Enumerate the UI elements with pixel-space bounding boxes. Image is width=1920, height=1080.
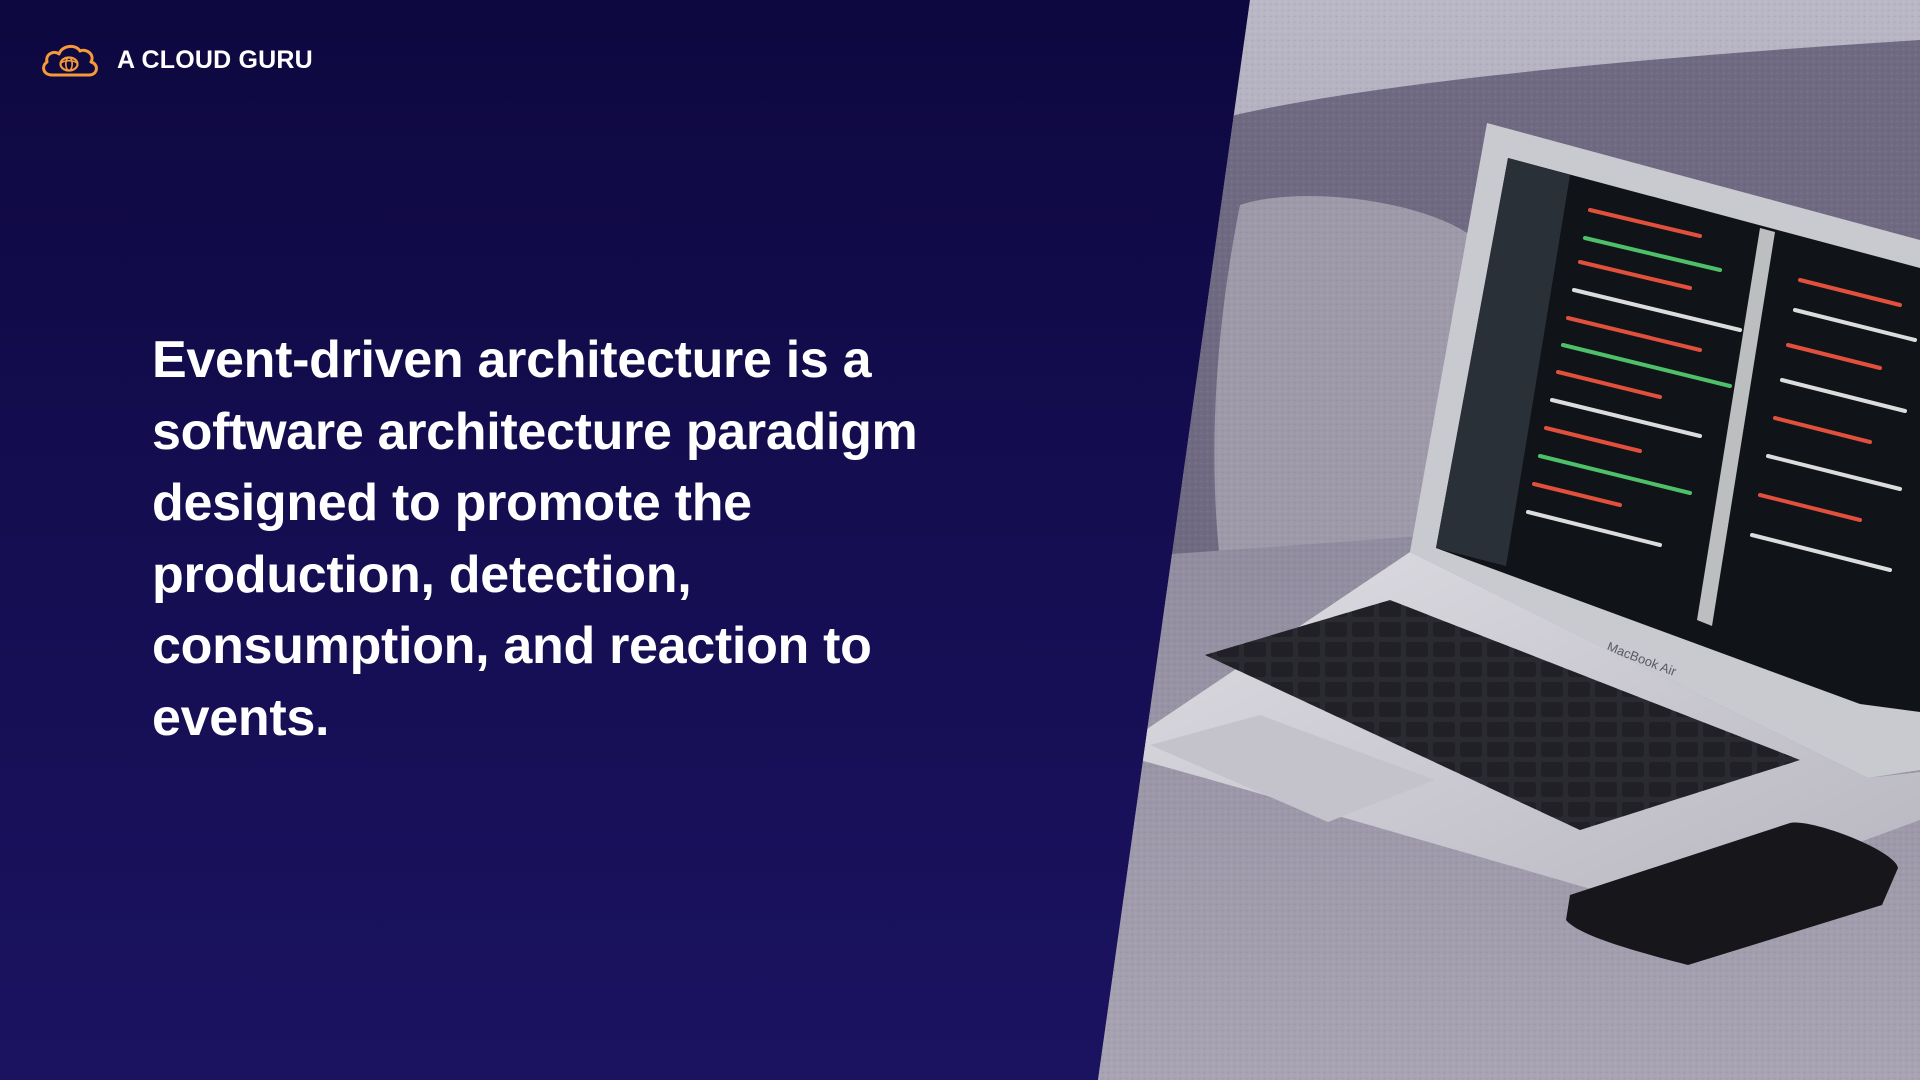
photo-panel: MacBook Air xyxy=(1098,0,1920,1080)
slide: A CLOUD GURU Event-driven architecture i… xyxy=(0,0,1920,1080)
laptop-photo: MacBook Air xyxy=(1098,0,1920,1080)
